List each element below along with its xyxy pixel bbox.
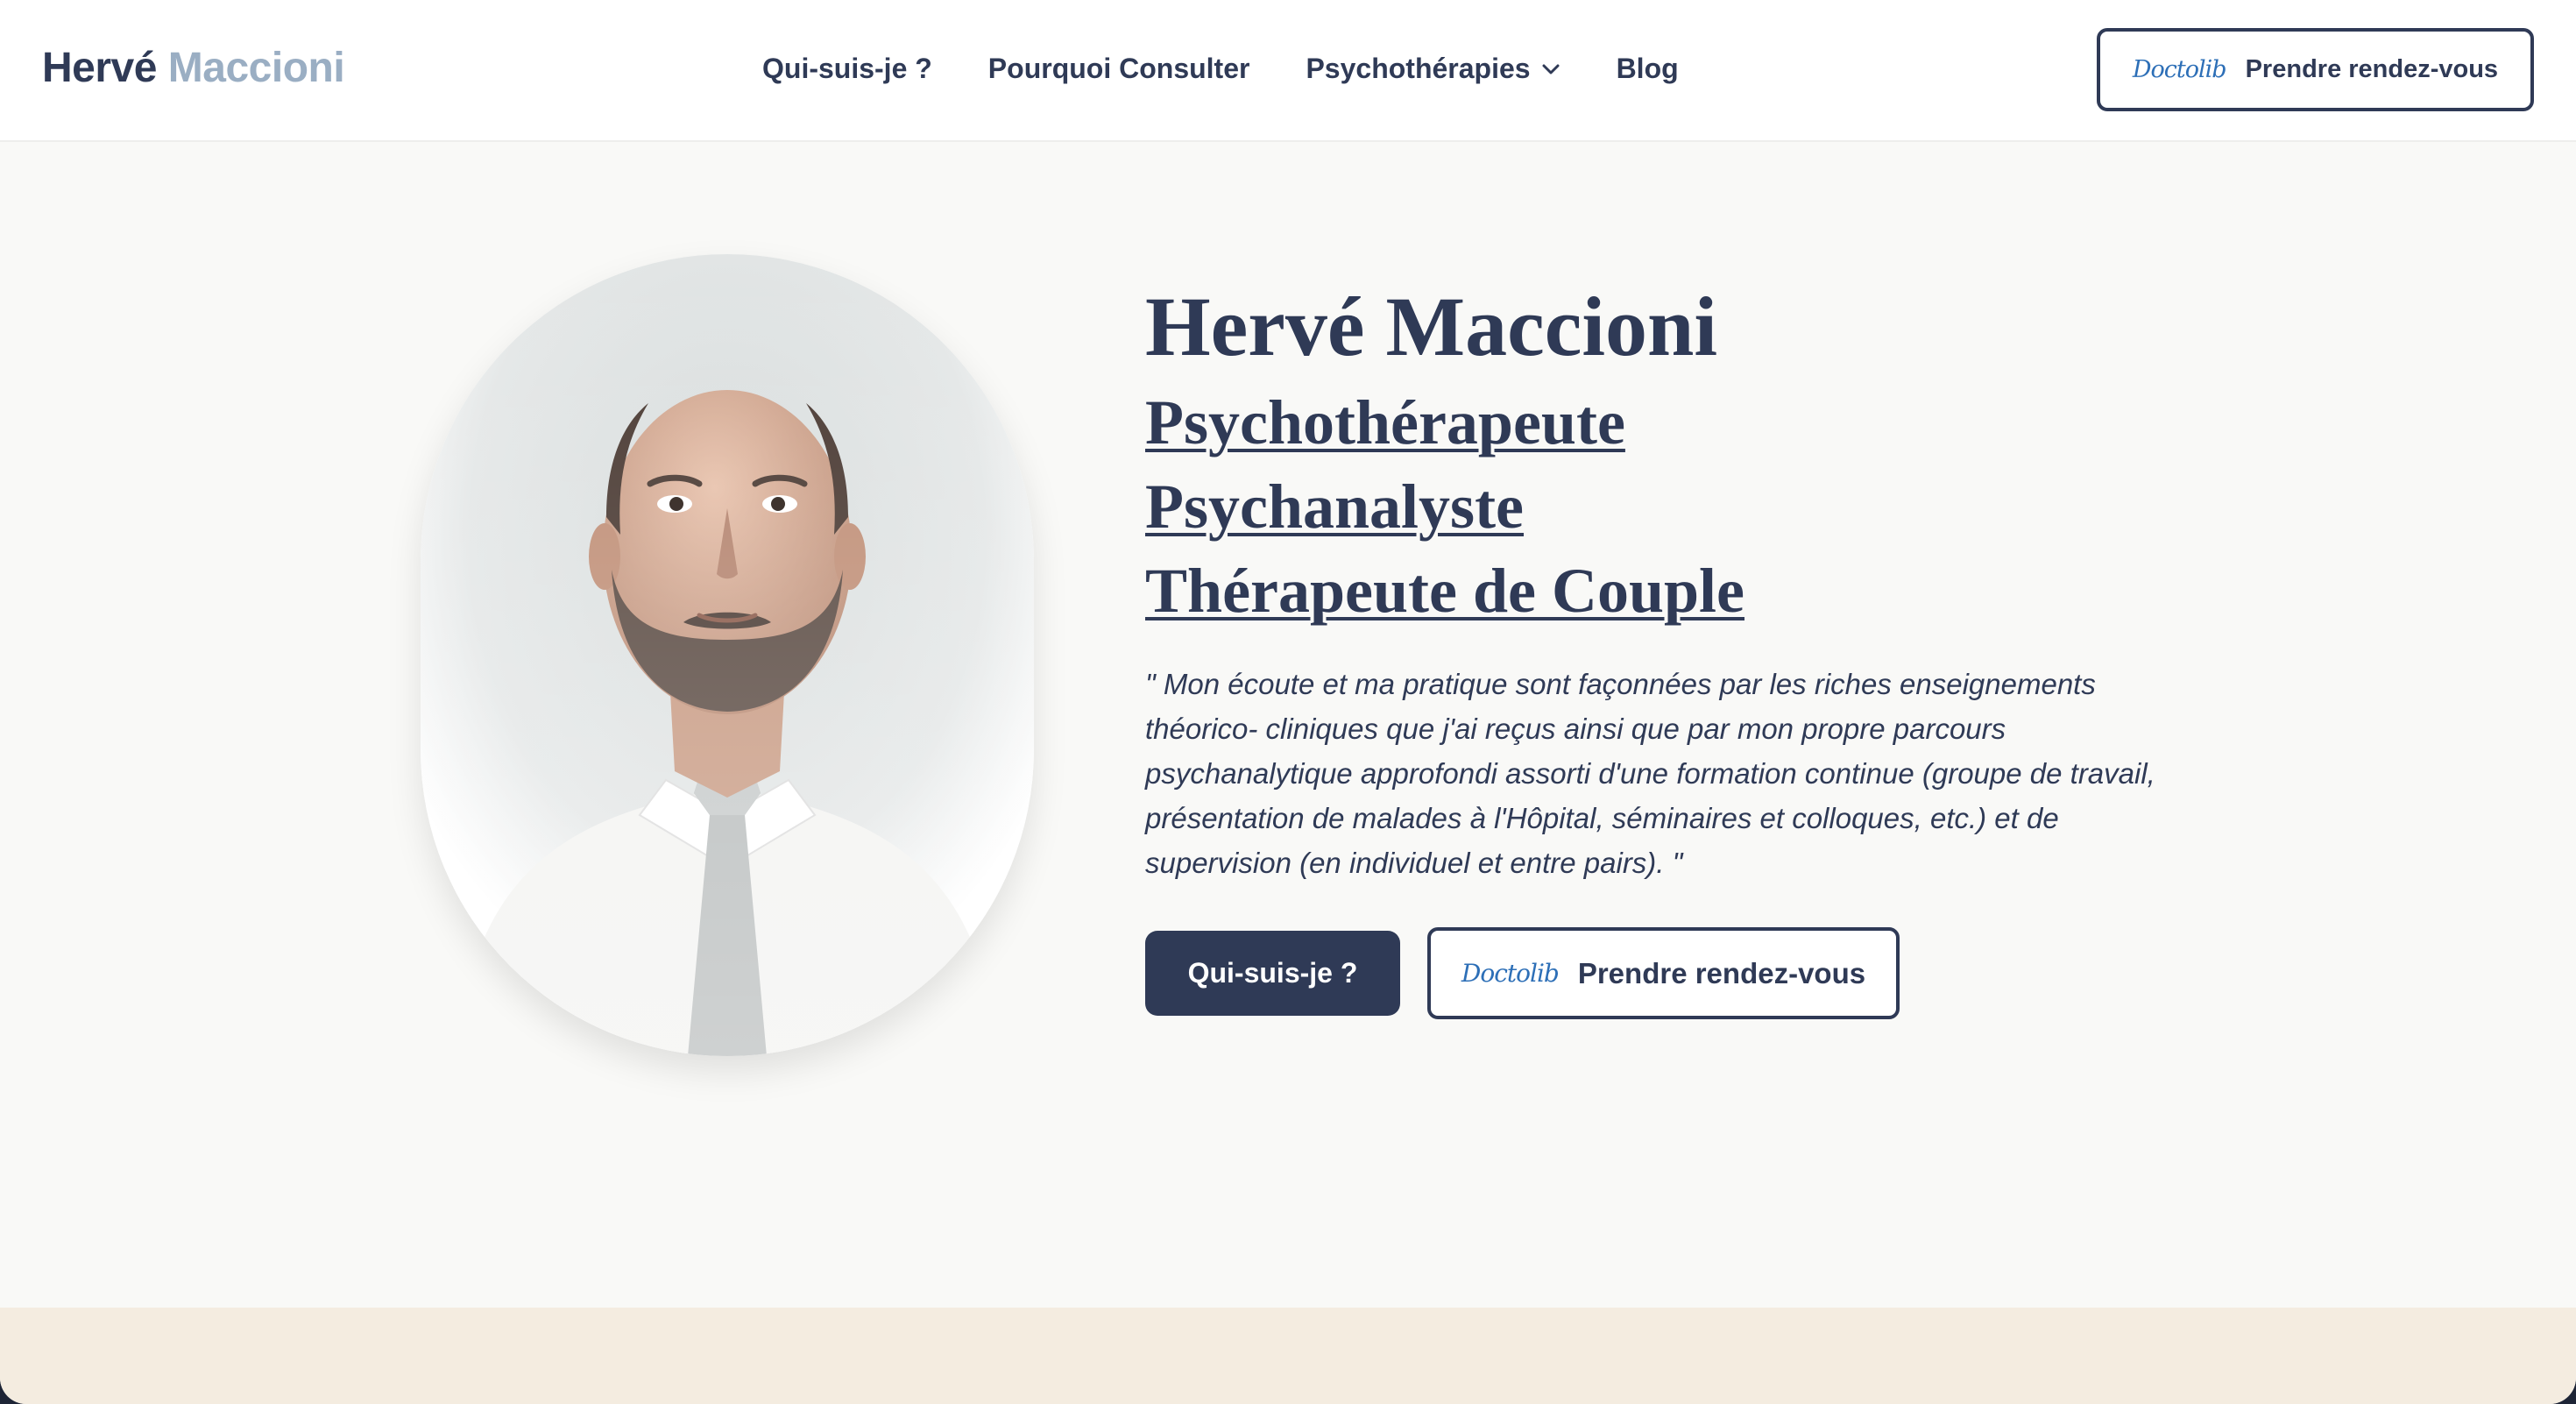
hero-name: Hervé Maccioni [1145,280,1718,373]
hero-quote: " Mon écoute et ma pratique sont façonné… [1145,668,2155,879]
brand-last-name: Maccioni [167,45,345,91]
title-link-psychanalyste[interactable]: Psychanalyste [1145,475,1524,538]
nav-item-label: Blog [1616,53,1679,84]
nav-item-label: Psychothérapies [1306,53,1531,84]
doctolib-logo: Doctolib [2132,56,2227,83]
nav-item-psychotherapies[interactable]: Psychothérapies [1306,53,1560,85]
nav-item-pourquoi-consulter[interactable]: Pourquoi Consulter [988,53,1250,85]
nav-item-qui-suis-je[interactable]: Qui-suis-je ? [762,53,932,85]
header-appointment-label: Prendre rendez-vous [2245,55,2499,83]
title-link-therapeute-couple[interactable]: Thérapeute de Couple [1145,559,1744,622]
nav-item-label: Pourquoi Consulter [987,53,1250,84]
portrait-photo [421,254,1034,1056]
page: Hervé Maccioni Qui-suis-je ? Pourquoi Co… [0,0,2576,1404]
hero-appointment-label: Prendre rendez-vous [1577,956,1866,989]
next-section [0,1308,2576,1404]
brand-first-name: Hervé [42,45,157,91]
header-appointment-button[interactable]: Doctolib Prendre rendez-vous [2097,28,2534,111]
nav-item-blog[interactable]: Blog [1617,53,1679,85]
nav-item-label: Qui-suis-je ? [762,53,932,84]
site-header: Hervé Maccioni Qui-suis-je ? Pourquoi Co… [0,0,2576,142]
hero-appointment-button[interactable]: Doctolib Prendre rendez-vous [1427,927,1900,1019]
main-nav: Qui-suis-je ? Pourquoi Consulter Psychot… [762,53,1679,85]
doctolib-logo: Doctolib [1461,959,1560,988]
title-link-psychotherapeute[interactable]: Psychothérapeute [1145,391,1625,454]
chevron-down-icon [1542,64,1560,74]
site-logo[interactable]: Hervé Maccioni [42,44,345,92]
qui-suis-je-button[interactable]: Qui-suis-je ? [1145,931,1400,1016]
